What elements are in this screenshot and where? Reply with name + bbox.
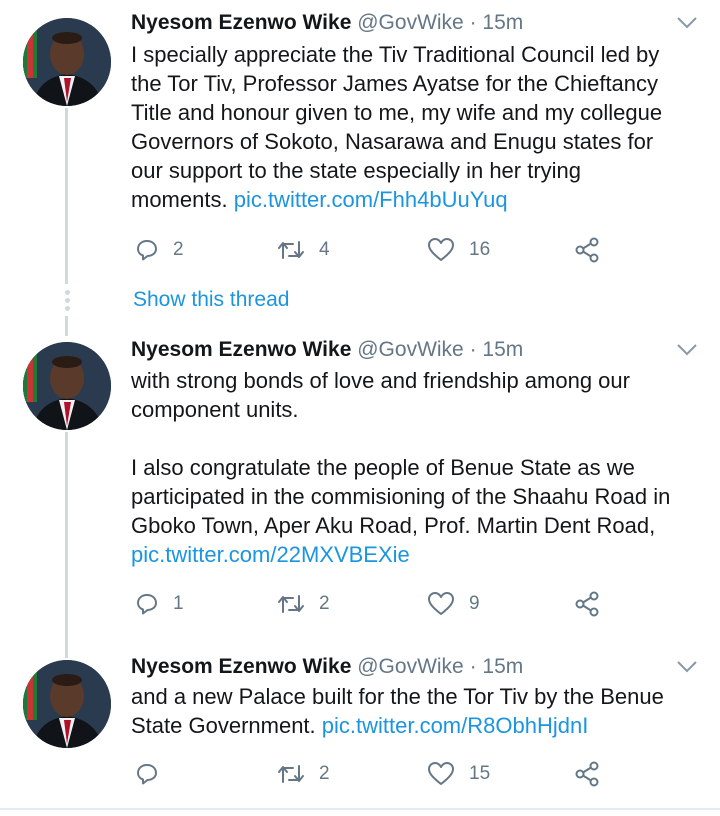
avatar-image bbox=[23, 660, 111, 748]
like-count: 16 bbox=[469, 239, 491, 260]
tweet-1[interactable]: Nyesom Ezenwo Wike @GovWike · 15m I spec… bbox=[0, 0, 720, 330]
tweet-text: I specially appreciate the Tiv Tradition… bbox=[131, 40, 701, 214]
author-handle[interactable]: @GovWike bbox=[357, 655, 464, 678]
tweet-header: Nyesom Ezenwo Wike @GovWike · 15m bbox=[131, 10, 523, 36]
heart-icon bbox=[428, 238, 454, 261]
tweet-text-line: I also congratulate the people of Benue … bbox=[131, 455, 635, 480]
show-thread-link[interactable]: Show this thread bbox=[133, 288, 289, 312]
timestamp[interactable]: 15m bbox=[482, 11, 523, 34]
retweet-count: 2 bbox=[319, 593, 330, 614]
tweet-text-line: Title and honour given to me, my wife an… bbox=[131, 100, 663, 125]
like-button[interactable]: 16 bbox=[427, 235, 490, 265]
retweet-button[interactable]: 4 bbox=[277, 235, 330, 265]
timestamp[interactable]: 15m bbox=[482, 655, 523, 678]
separator-dot: · bbox=[469, 338, 477, 361]
retweet-icon bbox=[278, 595, 304, 613]
author-name[interactable]: Nyesom Ezenwo Wike bbox=[131, 11, 351, 34]
avatar-image bbox=[23, 342, 111, 430]
tweet-3[interactable]: Nyesom Ezenwo Wike @GovWike · 15m and a … bbox=[0, 650, 720, 808]
avatar[interactable] bbox=[23, 342, 111, 430]
reply-count: 1 bbox=[173, 593, 184, 614]
tweet-text-line: participated in the commisioning of the … bbox=[131, 484, 671, 509]
like-button[interactable]: 15 bbox=[427, 759, 490, 789]
author-name[interactable]: Nyesom Ezenwo Wike bbox=[131, 655, 351, 678]
tweet-text-line: component units. bbox=[131, 397, 299, 422]
like-count: 15 bbox=[469, 763, 491, 784]
tweet-text: and a new Palace built for the the Tor T… bbox=[131, 682, 701, 740]
tweet-header: Nyesom Ezenwo Wike @GovWike · 15m bbox=[131, 654, 523, 680]
chevron-down-icon[interactable] bbox=[676, 660, 698, 674]
share-button[interactable] bbox=[573, 759, 601, 789]
media-link[interactable]: pic.twitter.com/22MXVBEXie bbox=[131, 542, 410, 567]
tweet-text-line: State Government. bbox=[131, 713, 322, 738]
avatar[interactable] bbox=[23, 660, 111, 748]
tweet-2[interactable]: Nyesom Ezenwo Wike @GovWike · 15m with s… bbox=[0, 330, 720, 650]
retweet-icon bbox=[278, 241, 304, 259]
tweet-text-line: Gboko Town, Aper Aku Road, Prof. Martin … bbox=[131, 513, 656, 538]
share-button[interactable] bbox=[573, 589, 601, 619]
separator-dot: · bbox=[469, 11, 477, 34]
like-count: 9 bbox=[469, 593, 480, 614]
share-icon bbox=[575, 237, 599, 263]
tweet-text-line: with strong bonds of love and friendship… bbox=[131, 368, 630, 393]
share-icon bbox=[575, 591, 599, 617]
author-name[interactable]: Nyesom Ezenwo Wike bbox=[131, 338, 351, 361]
retweet-count: 4 bbox=[319, 239, 330, 260]
tweet-text-line: our support to the state especially in h… bbox=[131, 158, 582, 183]
avatar[interactable] bbox=[23, 18, 111, 106]
divider bbox=[0, 808, 720, 810]
retweet-button[interactable]: 2 bbox=[277, 589, 330, 619]
media-link[interactable]: pic.twitter.com/Fhh4bUuYuq bbox=[234, 187, 508, 212]
timestamp[interactable]: 15m bbox=[482, 338, 523, 361]
retweet-count: 2 bbox=[319, 763, 330, 784]
retweet-button[interactable]: 2 bbox=[277, 759, 330, 789]
tweet-text-line: the Tor Tiv, Professor James Ayatse for … bbox=[131, 71, 659, 96]
reply-button[interactable] bbox=[135, 759, 173, 789]
reply-icon bbox=[137, 764, 157, 785]
heart-icon bbox=[428, 762, 454, 785]
heart-icon bbox=[428, 592, 454, 615]
author-handle[interactable]: @GovWike bbox=[357, 338, 464, 361]
like-button[interactable]: 9 bbox=[427, 589, 480, 619]
tweet-text-line: and a new Palace built for the the Tor T… bbox=[131, 684, 664, 709]
media-link[interactable]: pic.twitter.com/R8ObhHjdnI bbox=[322, 713, 589, 738]
author-handle[interactable]: @GovWike bbox=[357, 11, 464, 34]
share-icon bbox=[575, 761, 599, 787]
tweet-text-line: I specially appreciate the Tiv Tradition… bbox=[131, 42, 660, 67]
chevron-down-icon[interactable] bbox=[676, 343, 698, 357]
tweet-actions: 2 4 16 bbox=[131, 235, 611, 265]
separator-dot: · bbox=[469, 655, 477, 678]
tweet-text-line: moments. bbox=[131, 187, 234, 212]
tweet-header: Nyesom Ezenwo Wike @GovWike · 15m bbox=[131, 337, 523, 363]
tweet-text-line: Governors of Sokoto, Nasarawa and Enugu … bbox=[131, 129, 654, 154]
reply-count: 2 bbox=[173, 239, 184, 260]
reply-icon bbox=[137, 594, 157, 615]
tweet-text: with strong bonds of love and friendship… bbox=[131, 366, 701, 569]
retweet-icon bbox=[278, 765, 304, 783]
avatar-image bbox=[23, 18, 111, 106]
tweet-actions: 1 2 9 bbox=[131, 589, 611, 619]
reply-button[interactable]: 2 bbox=[135, 235, 184, 265]
reply-icon bbox=[137, 240, 157, 261]
chevron-down-icon[interactable] bbox=[676, 16, 698, 30]
share-button[interactable] bbox=[573, 235, 601, 265]
tweet-actions: 2 15 bbox=[131, 759, 611, 789]
reply-button[interactable]: 1 bbox=[135, 589, 184, 619]
